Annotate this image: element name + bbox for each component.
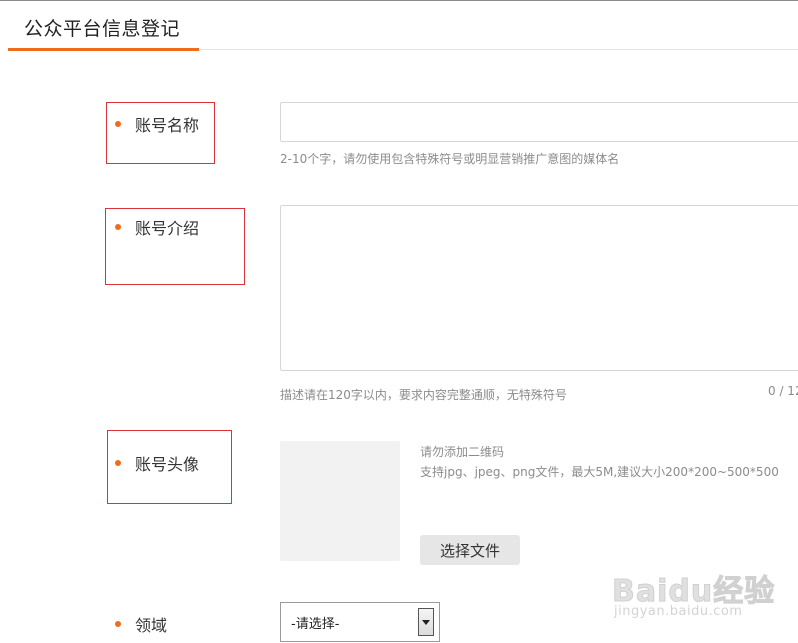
account-intro-hint: 描述请在120字以内，要求内容完整通顺，无特殊符号 <box>280 388 567 402</box>
required-dot <box>115 224 121 230</box>
avatar-hint-file-requirements: 支持jpg、jpeg、png文件，最大5M,建议大小200*200~500*50… <box>420 465 779 479</box>
account-intro-char-counter: 0 / 120 <box>768 384 798 398</box>
domain-label-row: 领域 <box>115 612 167 636</box>
top-border <box>0 0 798 1</box>
account-name-hint: 2-10个字，请勿使用包含特殊符号或明显营销推广意图的媒体名 <box>280 152 620 166</box>
account-name-label-row: 账号名称 <box>115 112 199 136</box>
domain-label: 领域 <box>135 616 168 635</box>
title-underline-accent <box>8 48 199 51</box>
account-avatar-label-row: 账号头像 <box>115 451 199 475</box>
required-dot <box>115 121 121 127</box>
account-avatar-label: 账号头像 <box>135 455 200 474</box>
required-dot <box>115 460 121 466</box>
page-title: 公众平台信息登记 <box>24 18 181 40</box>
account-intro-textarea[interactable] <box>280 205 798 371</box>
domain-select-value: -请选择- <box>291 616 340 632</box>
dropdown-arrow-icon[interactable] <box>418 608 434 636</box>
account-name-label: 账号名称 <box>135 116 200 135</box>
baidu-jingyan-watermark: Baidu经验 jingyan.baidu.com <box>611 566 774 624</box>
required-dot <box>115 621 121 627</box>
domain-select[interactable]: -请选择- <box>280 602 440 642</box>
watermark-url: jingyan.baidu.com <box>614 604 743 619</box>
account-intro-label: 账号介绍 <box>135 219 200 238</box>
account-name-input[interactable] <box>280 102 798 142</box>
avatar-hint-no-qrcode: 请勿添加二维码 <box>420 445 505 459</box>
avatar-preview-placeholder <box>280 441 400 561</box>
choose-file-button[interactable]: 选择文件 <box>420 535 520 565</box>
account-intro-label-row: 账号介绍 <box>115 215 199 239</box>
